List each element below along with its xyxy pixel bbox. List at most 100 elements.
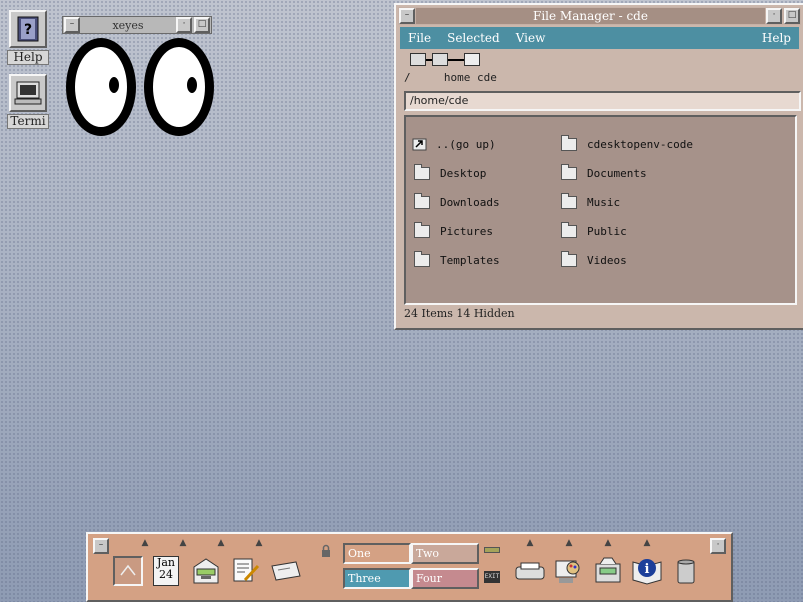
folder-icon — [561, 222, 577, 238]
list-item[interactable]: Videos — [561, 251, 627, 267]
workspace-two-button[interactable]: Two — [411, 543, 479, 564]
subpanel-arrow[interactable]: ▲ — [127, 538, 163, 548]
folder-icon — [561, 164, 577, 180]
panel-menu-button[interactable]: – — [93, 538, 109, 554]
trash-button[interactable] — [668, 553, 704, 589]
right-pupil — [187, 77, 197, 93]
trash-icon — [677, 559, 695, 584]
xeyes-window[interactable]: – xeyes · □ — [62, 16, 214, 136]
folder-icon — [414, 251, 430, 267]
list-item[interactable]: Downloads — [414, 193, 500, 209]
minimize-button[interactable]: · — [766, 8, 782, 24]
workspace-four-button[interactable]: Four — [411, 568, 479, 589]
item-label: Downloads — [440, 196, 500, 209]
list-item[interactable]: Music — [561, 193, 621, 209]
folder-icon — [561, 251, 577, 267]
breadcrumb-root[interactable]: / — [404, 71, 411, 84]
calendar-icon: Jan 24 — [153, 556, 179, 586]
path-field[interactable]: /home/cde — [404, 91, 801, 111]
mail-icon — [271, 561, 301, 581]
mail-button[interactable] — [268, 553, 304, 589]
folder-icon — [414, 222, 430, 238]
svg-text:?: ? — [24, 22, 32, 38]
subpanel-arrow[interactable]: ▲ — [629, 538, 665, 548]
item-label: Music — [587, 196, 621, 209]
list-item[interactable]: Pictures — [414, 222, 493, 238]
subpanel-arrow[interactable]: ▲ — [512, 538, 548, 548]
list-item[interactable]: Templates — [414, 251, 500, 267]
list-item[interactable]: cdesktopenv-code — [561, 135, 693, 151]
workspace-one-button[interactable]: One — [343, 543, 411, 564]
exit-button[interactable]: EXIT — [484, 571, 500, 583]
help-book-icon: ? — [9, 10, 47, 48]
subpanel-arrow[interactable]: ▲ — [165, 538, 201, 548]
svg-text:i: i — [645, 562, 650, 577]
terminal-label: Termi — [7, 114, 49, 129]
folder-icon — [414, 164, 430, 180]
list-item[interactable]: Public — [561, 222, 627, 238]
list-item[interactable]: ..(go up) — [412, 135, 496, 154]
workspace-three-button[interactable]: Three — [343, 568, 411, 589]
file-list-pane: ..(go up) cdesktopenv-code Desktop Docum… — [404, 115, 797, 305]
menu-view[interactable]: View — [508, 31, 554, 45]
item-label: Pictures — [440, 225, 493, 238]
busy-light — [484, 547, 500, 553]
item-label: cdesktopenv-code — [587, 138, 693, 151]
subpanel-arrow[interactable]: ▲ — [590, 538, 626, 548]
xeyes-title: xeyes — [112, 18, 144, 32]
menu-selected[interactable]: Selected — [439, 31, 508, 45]
clock-button[interactable] — [110, 553, 146, 589]
right-eye — [144, 38, 214, 136]
calendar-button[interactable]: Jan 24 — [148, 553, 184, 589]
text-editor-button[interactable] — [228, 553, 264, 589]
item-label: Public — [587, 225, 627, 238]
item-label: Videos — [587, 254, 627, 267]
help-desktop-icon[interactable]: ? Help — [7, 10, 49, 65]
left-pupil — [109, 77, 119, 93]
app-manager-icon — [595, 557, 621, 583]
window-menu-button[interactable]: – — [64, 17, 80, 33]
item-label: Desktop — [440, 167, 487, 180]
help-manager-button[interactable]: i — [629, 553, 665, 589]
printer-button[interactable] — [512, 553, 548, 589]
file-manager-titlebar[interactable]: – File Manager - cde · □ — [398, 7, 801, 25]
style-manager-icon — [555, 560, 580, 583]
panel-minimize-button[interactable]: · — [710, 538, 726, 554]
breadcrumb-cde[interactable]: cde — [477, 71, 497, 84]
front-panel: – · ▲ ▲ ▲ ▲ Jan 24 One Two Three Four EX… — [86, 532, 733, 602]
subpanel-arrow[interactable]: ▲ — [241, 538, 277, 548]
file-drawer-icon — [193, 558, 219, 584]
subpanel-arrow[interactable]: ▲ — [203, 538, 239, 548]
maximize-button[interactable]: □ — [194, 17, 210, 33]
minimize-button[interactable]: · — [176, 17, 192, 33]
lock-icon[interactable] — [320, 544, 332, 561]
maximize-button[interactable]: □ — [784, 8, 800, 24]
file-manager-window[interactable]: – File Manager - cde · □ File Selected V… — [394, 3, 803, 330]
home-folder-icon[interactable] — [432, 53, 448, 66]
application-manager-button[interactable] — [590, 553, 626, 589]
item-label: Documents — [587, 167, 647, 180]
menu-help[interactable]: Help — [754, 31, 799, 45]
breadcrumb: / home cde — [404, 71, 497, 84]
list-item[interactable]: Documents — [561, 164, 647, 180]
terminal-icon — [9, 74, 47, 112]
file-manager-button[interactable] — [188, 553, 224, 589]
cde-folder-icon[interactable] — [464, 53, 480, 66]
folder-icon — [414, 193, 430, 209]
info-icon: i — [632, 559, 662, 585]
status-bar: 24 Items 14 Hidden — [404, 307, 515, 320]
list-item[interactable]: Desktop — [414, 164, 487, 180]
terminal-desktop-icon[interactable]: Termi — [7, 74, 49, 129]
clock-icon — [113, 556, 143, 586]
file-manager-title: File Manager - cde — [416, 8, 765, 24]
subpanel-arrow[interactable]: ▲ — [551, 538, 587, 548]
folder-icon — [561, 135, 577, 151]
root-drive-icon[interactable] — [410, 53, 426, 66]
breadcrumb-icons — [410, 53, 480, 66]
xeyes-titlebar[interactable]: – xeyes · □ — [62, 16, 212, 34]
menu-file[interactable]: File — [400, 31, 439, 45]
breadcrumb-home[interactable]: home — [444, 71, 471, 84]
go-up-icon — [412, 135, 428, 154]
window-menu-button[interactable]: – — [399, 8, 415, 24]
style-manager-button[interactable] — [551, 553, 587, 589]
